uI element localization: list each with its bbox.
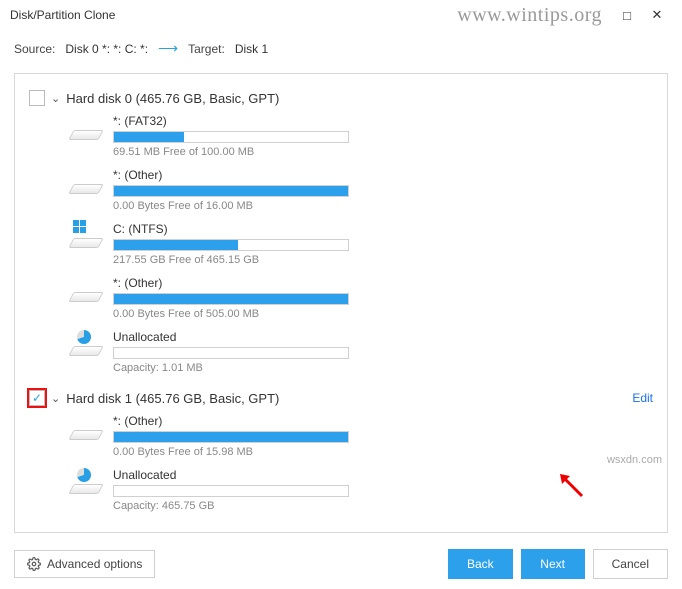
attribution-text: wsxdn.com bbox=[607, 454, 662, 466]
close-icon[interactable]: ✕ bbox=[642, 7, 672, 23]
partition-info: 0.00 Bytes Free of 15.98 MB bbox=[113, 446, 349, 458]
back-button[interactable]: Back bbox=[448, 549, 513, 579]
partition-name: *: (Other) bbox=[113, 414, 349, 428]
usage-bar bbox=[113, 485, 349, 497]
disk1-title: Hard disk 1 (465.76 GB, Basic, GPT) bbox=[66, 391, 279, 406]
chevron-down-icon[interactable]: ⌄ bbox=[51, 392, 60, 405]
windows-drive-icon bbox=[69, 224, 103, 250]
chevron-down-icon[interactable]: ⌄ bbox=[51, 92, 60, 105]
disk1-checkbox[interactable]: ✓ bbox=[29, 390, 45, 406]
check-icon: ✓ bbox=[32, 392, 42, 404]
partition-row[interactable]: *: (FAT32) 69.51 MB Free of 100.00 MB bbox=[69, 114, 349, 158]
partition-row[interactable]: *: (Other) 0.00 Bytes Free of 505.00 MB bbox=[69, 276, 349, 320]
source-target-bar: Source: Disk 0 *: *: C: *: ⟶ Target: Dis… bbox=[0, 26, 682, 67]
source-value: Disk 0 *: *: C: *: bbox=[65, 42, 148, 56]
partition-info: 217.55 GB Free of 465.15 GB bbox=[113, 254, 349, 266]
watermark-text: www.wintips.org bbox=[457, 4, 602, 27]
source-label: Source: bbox=[14, 42, 55, 56]
disk0-checkbox[interactable] bbox=[29, 90, 45, 106]
partition-row[interactable]: *: (Other) 0.00 Bytes Free of 16.00 MB bbox=[69, 168, 349, 212]
partition-row[interactable]: Unallocated Capacity: 1.01 MB bbox=[69, 330, 349, 374]
partition-info: 0.00 Bytes Free of 16.00 MB bbox=[113, 200, 349, 212]
usage-bar bbox=[113, 131, 349, 143]
partition-name: *: (FAT32) bbox=[113, 114, 349, 128]
usage-bar bbox=[113, 293, 349, 305]
partition-name: *: (Other) bbox=[113, 168, 349, 182]
target-label: Target: bbox=[188, 42, 225, 56]
usage-bar bbox=[113, 239, 349, 251]
partition-info: Capacity: 1.01 MB bbox=[113, 362, 349, 374]
usage-bar bbox=[113, 347, 349, 359]
unallocated-icon bbox=[69, 332, 103, 358]
partition-info: Capacity: 465.75 GB bbox=[113, 500, 349, 512]
unallocated-icon bbox=[69, 470, 103, 496]
gear-icon bbox=[27, 557, 41, 571]
partition-name: *: (Other) bbox=[113, 276, 349, 290]
disk1-partitions: *: (Other) 0.00 Bytes Free of 15.98 MB U… bbox=[29, 414, 653, 522]
partition-row[interactable]: Unallocated Capacity: 465.75 GB bbox=[69, 468, 349, 512]
partition-row[interactable]: C: (NTFS) 217.55 GB Free of 465.15 GB bbox=[69, 222, 349, 266]
partition-info: 0.00 Bytes Free of 505.00 MB bbox=[113, 308, 349, 320]
drive-icon bbox=[69, 416, 103, 442]
disk0-title: Hard disk 0 (465.76 GB, Basic, GPT) bbox=[66, 91, 279, 106]
partition-info: 69.51 MB Free of 100.00 MB bbox=[113, 146, 349, 158]
arrow-right-icon: ⟶ bbox=[158, 40, 178, 57]
disk1-header[interactable]: ✓ ⌄ Hard disk 1 (465.76 GB, Basic, GPT) … bbox=[29, 390, 653, 406]
partition-name: C: (NTFS) bbox=[113, 222, 349, 236]
usage-bar bbox=[113, 431, 349, 443]
usage-bar bbox=[113, 185, 349, 197]
disk0-partitions: *: (FAT32) 69.51 MB Free of 100.00 MB *:… bbox=[29, 114, 653, 384]
disk-panel: ⌄ Hard disk 0 (465.76 GB, Basic, GPT) *:… bbox=[14, 73, 668, 533]
drive-icon bbox=[69, 170, 103, 196]
advanced-options-button[interactable]: Advanced options bbox=[14, 550, 155, 578]
target-value: Disk 1 bbox=[235, 42, 268, 56]
advanced-options-label: Advanced options bbox=[47, 557, 142, 571]
drive-icon bbox=[69, 116, 103, 142]
maximize-icon[interactable]: □ bbox=[612, 8, 642, 23]
next-button[interactable]: Next bbox=[521, 549, 585, 579]
partition-row[interactable]: *: (Other) 0.00 Bytes Free of 15.98 MB bbox=[69, 414, 349, 458]
window-title: Disk/Partition Clone bbox=[10, 8, 115, 22]
disk0-header[interactable]: ⌄ Hard disk 0 (465.76 GB, Basic, GPT) bbox=[29, 90, 653, 106]
edit-link[interactable]: Edit bbox=[632, 391, 653, 405]
drive-icon bbox=[69, 278, 103, 304]
partition-name: Unallocated bbox=[113, 468, 349, 482]
partition-name: Unallocated bbox=[113, 330, 349, 344]
titlebar: Disk/Partition Clone www.wintips.org □ ✕ bbox=[0, 0, 682, 26]
cancel-button[interactable]: Cancel bbox=[593, 549, 668, 579]
footer-bar: Advanced options Back Next Cancel bbox=[0, 543, 682, 589]
